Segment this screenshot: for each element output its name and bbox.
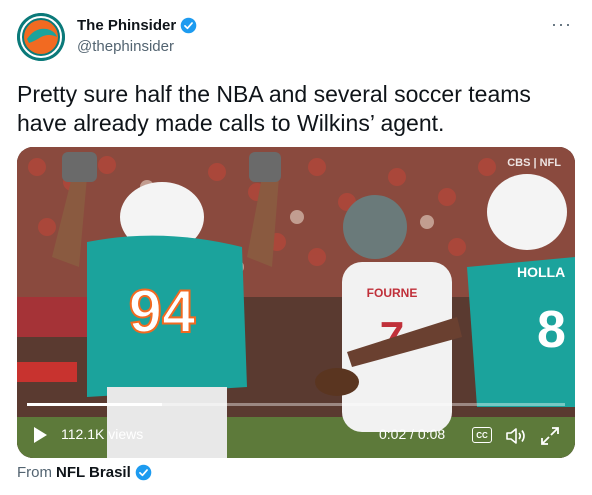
progress-bar[interactable] — [27, 403, 565, 406]
video-frame: 94 FOURNE 7 HOLLA 8 — [17, 147, 575, 458]
progress-fill — [27, 403, 162, 406]
volume-icon[interactable] — [505, 426, 527, 446]
closed-captions-button[interactable]: CC — [472, 427, 492, 443]
svg-text:8: 8 — [537, 301, 566, 359]
video-time: 0:02 / 0:08 — [379, 426, 446, 442]
svg-text:HOLLA: HOLLA — [517, 264, 565, 280]
author-handle[interactable]: @thephinsider — [77, 38, 174, 55]
author-name-text: The Phinsider — [77, 17, 177, 34]
svg-text:94: 94 — [129, 278, 196, 345]
source-prefix: From — [17, 464, 52, 481]
author-name[interactable]: The Phinsider — [77, 17, 197, 34]
source-name[interactable]: NFL Brasil — [56, 464, 131, 481]
play-icon[interactable] — [31, 426, 49, 444]
tweet-text: Pretty sure half the NBA and several soc… — [17, 81, 531, 136]
view-count: 112.1K views — [61, 426, 144, 442]
broadcast-watermark: CBS | NFL — [507, 157, 561, 169]
verified-badge-icon — [135, 464, 152, 481]
verified-badge-icon — [180, 17, 197, 34]
media-source: From NFL Brasil — [17, 464, 152, 481]
avatar[interactable] — [17, 13, 65, 61]
video-player[interactable]: 94 FOURNE 7 HOLLA 8 CBS | NFL 112.1K vie… — [17, 147, 575, 458]
more-options-icon[interactable]: ··· — [551, 14, 572, 35]
svg-text:FOURNE: FOURNE — [367, 286, 418, 300]
dolphins-logo-icon — [17, 13, 65, 61]
fullscreen-icon[interactable] — [540, 426, 560, 446]
